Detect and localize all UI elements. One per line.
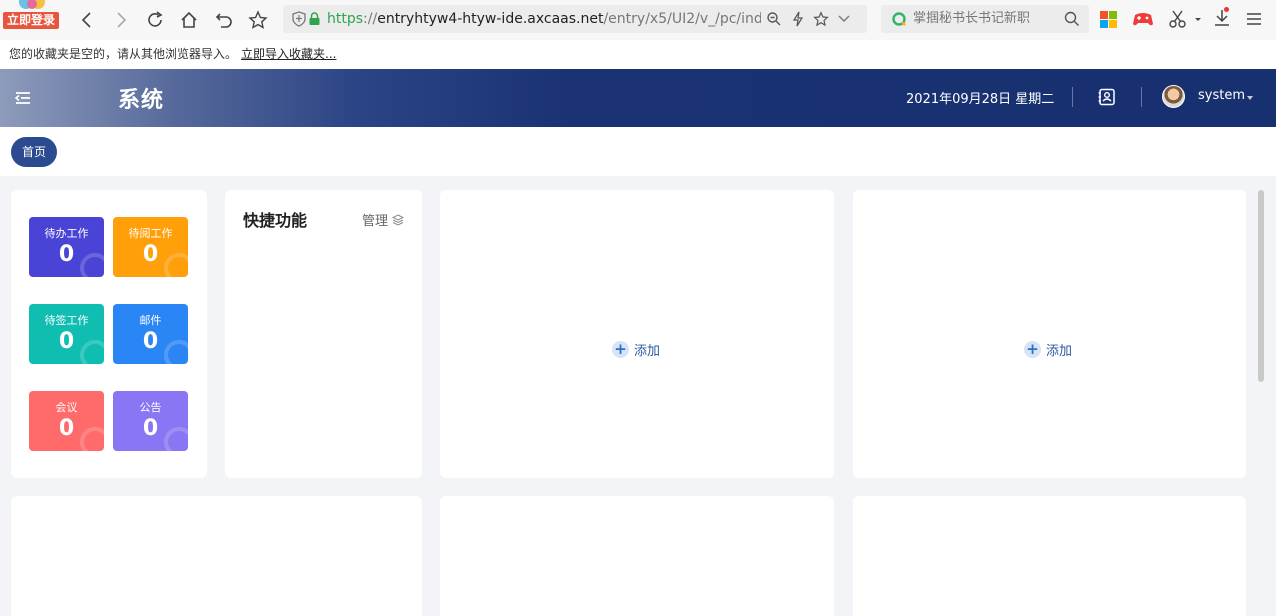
tile-todo-work[interactable]: 待办工作 0 xyxy=(29,217,104,277)
lock-icon xyxy=(309,12,320,25)
menu-toggle-icon[interactable] xyxy=(14,89,32,107)
caret-down-icon[interactable] xyxy=(1194,17,1202,23)
zoom-icon[interactable] xyxy=(766,11,782,27)
tile-decoration xyxy=(80,253,104,277)
tile-mail[interactable]: 邮件 0 xyxy=(113,304,188,364)
bookmarks-bar: 您的收藏夹是空的，请从其他浏览器导入。 立即导入收藏夹... xyxy=(0,40,1276,69)
quick-functions-card: 快捷功能 管理 xyxy=(225,190,422,478)
tile-to-sign-work[interactable]: 待签工作 0 xyxy=(29,304,104,364)
game-icon[interactable] xyxy=(1132,9,1154,29)
layers-icon xyxy=(392,213,404,226)
download-icon[interactable] xyxy=(1212,8,1232,28)
widget-slot xyxy=(11,496,422,616)
lightning-icon[interactable] xyxy=(790,11,806,27)
star-outline-icon[interactable] xyxy=(813,11,829,27)
url-text: https://entryhtyw4-htyw-ide.axcaas.net/e… xyxy=(327,5,761,33)
tile-decoration xyxy=(80,340,104,364)
header-divider xyxy=(1072,87,1073,107)
reload-button[interactable] xyxy=(143,8,167,32)
forward-button[interactable] xyxy=(109,8,133,32)
tile-label: 邮件 xyxy=(139,314,162,327)
url-domain: entryhtyw4-htyw-ide.axcaas.net xyxy=(377,11,604,27)
header-divider xyxy=(1141,87,1142,107)
widget-slot: + 添加 xyxy=(440,190,834,478)
tile-label: 会议 xyxy=(55,401,78,414)
user-name[interactable]: system xyxy=(1198,88,1245,103)
apps-grid-icon[interactable] xyxy=(1100,11,1117,28)
shield-icon xyxy=(292,11,306,27)
home-button[interactable] xyxy=(177,8,201,32)
contacts-icon[interactable] xyxy=(1098,88,1116,106)
app-title: 系统 xyxy=(118,88,165,113)
browser-search-input[interactable]: 掌掴秘书长书记新职 xyxy=(881,5,1089,33)
tile-decoration xyxy=(164,427,188,451)
header-date: 2021年09月28日 星期二 xyxy=(906,92,1055,107)
url-path: /entry/x5/UI2/v_/pc/index xyxy=(603,11,761,27)
widget-slot xyxy=(853,496,1246,616)
tab-home[interactable]: 首页 xyxy=(11,137,57,167)
tile-label: 待阅工作 xyxy=(128,227,173,240)
notification-dot xyxy=(1224,7,1229,12)
app-header: 系统 2021年09月28日 星期二 system xyxy=(0,69,1276,127)
add-label: 添加 xyxy=(1046,344,1073,359)
chevron-left-icon xyxy=(81,12,91,28)
search-suggestion-text: 掌掴秘书长书记新职 xyxy=(913,11,1031,26)
browser-toolbar: 立即登录 https://entryhtyw4-htyw-ide.axcaas.… xyxy=(0,0,1276,40)
undo-button[interactable] xyxy=(212,8,236,32)
manage-label: 管理 xyxy=(361,214,388,229)
undo-icon xyxy=(215,13,232,28)
tile-decoration xyxy=(164,340,188,364)
user-avatar[interactable] xyxy=(1162,85,1185,108)
reload-icon xyxy=(148,11,163,27)
tab-bar: 首页 xyxy=(0,127,1276,176)
add-widget-button[interactable]: + 添加 xyxy=(1024,340,1072,359)
widget-slot: + 添加 xyxy=(853,190,1246,478)
add-widget-button[interactable]: + 添加 xyxy=(612,340,660,359)
import-bookmarks-link[interactable]: 立即导入收藏夹... xyxy=(241,40,336,68)
url-separator: :// xyxy=(363,11,378,27)
quick-functions-title: 快捷功能 xyxy=(243,211,308,230)
user-menu-caret-icon[interactable] xyxy=(1247,96,1253,100)
menu-icon[interactable] xyxy=(1246,11,1262,27)
add-label: 添加 xyxy=(634,344,661,359)
login-badge-button[interactable]: 立即登录 xyxy=(3,12,59,29)
tile-label: 待办工作 xyxy=(44,227,89,240)
manage-button[interactable]: 管理 xyxy=(362,210,404,229)
search-icon[interactable] xyxy=(1064,11,1080,27)
address-bar[interactable]: https://entryhtyw4-htyw-ide.axcaas.net/e… xyxy=(283,5,867,33)
home-icon xyxy=(181,11,197,28)
widget-slot xyxy=(440,496,834,616)
tile-decoration xyxy=(80,427,104,451)
page-scrollbar[interactable] xyxy=(1258,190,1264,382)
browser-logo-icon xyxy=(19,0,45,9)
chevron-right-icon xyxy=(117,12,127,28)
star-icon xyxy=(248,10,268,29)
work-stats-card: 待办工作 0 待阅工作 0 待签工作 0 邮件 0 会议 0 公告 0 xyxy=(11,190,207,478)
tile-meeting[interactable]: 会议 0 xyxy=(29,391,104,451)
plus-icon: + xyxy=(1024,341,1041,358)
tile-to-read-work[interactable]: 待阅工作 0 xyxy=(113,217,188,277)
scissors-icon[interactable] xyxy=(1168,9,1188,29)
tile-label: 待签工作 xyxy=(44,314,89,327)
tile-decoration xyxy=(164,253,188,277)
bookmarks-empty-message: 您的收藏夹是空的，请从其他浏览器导入。 xyxy=(9,47,238,61)
back-button[interactable] xyxy=(75,8,99,32)
tile-notice[interactable]: 公告 0 xyxy=(113,391,188,451)
tile-label: 公告 xyxy=(139,401,162,414)
plus-icon: + xyxy=(612,341,629,358)
url-scheme: https xyxy=(327,11,364,27)
search-engine-icon xyxy=(892,12,906,26)
chevron-down-icon[interactable] xyxy=(838,14,850,24)
bookmark-button[interactable] xyxy=(246,8,270,32)
